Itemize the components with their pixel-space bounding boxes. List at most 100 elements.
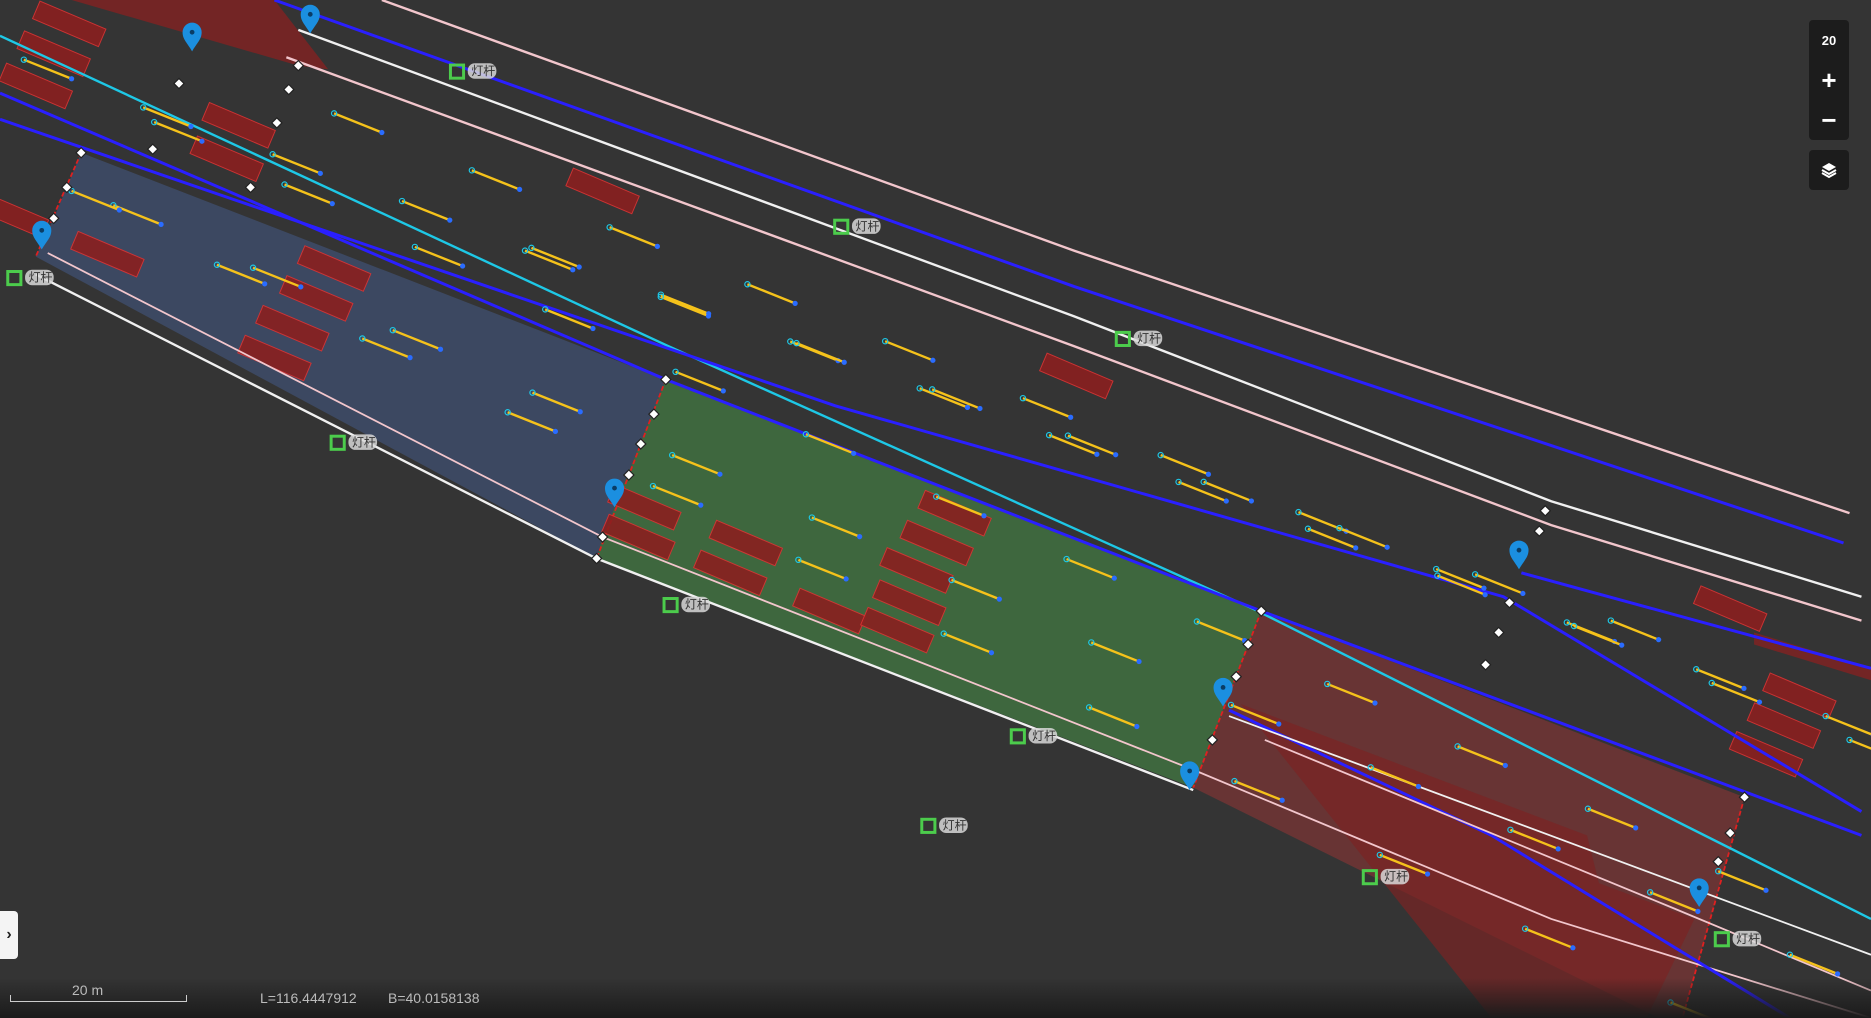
lane-segment [660,295,709,318]
light-pole-icon [329,434,346,451]
pole-label: 灯杆 [1384,870,1408,884]
map-pin-dot [612,485,617,491]
lane-segment [1610,619,1660,641]
segment-node [720,388,726,394]
map-pin-icon [1509,540,1529,570]
map-pin-dot [1187,768,1193,774]
segment-node [1520,590,1526,597]
lane-segment [1717,870,1767,892]
map-pin-icon [300,4,320,34]
light-pole-icon [920,817,937,834]
lane-segment [1849,738,1871,750]
lane-segment [531,246,580,269]
lane-segment [1789,953,1839,975]
segment-node [964,404,971,411]
segment-node [1113,452,1119,458]
map-pin-dot [1220,685,1226,690]
pole-label: 灯杆 [29,271,53,285]
vertex-node [1479,658,1492,671]
segment-node [407,354,413,361]
segment-node [262,281,268,287]
zoom-out-button[interactable]: − [1809,100,1849,140]
vertex-node [146,143,159,156]
map-canvas[interactable]: 灯杆 灯杆 灯杆 灯杆 灯杆 灯杆 灯杆 灯杆 灯杆 灯杆 [0,0,1871,1018]
lane-segment [660,293,710,315]
segment-node [977,405,983,412]
scale-label: 20 m [72,982,104,998]
light-pole-icon [662,597,679,614]
segment-node [1094,451,1100,457]
map-pin-dot [1516,547,1522,553]
lane-line-blue [0,117,1863,813]
pole-label: 灯杆 [352,435,376,449]
lane-segment [884,340,934,362]
no-parking-zone [0,62,74,110]
segment-node [1276,721,1282,727]
pole-label: 灯杆 [856,219,880,233]
map-layer[interactable]: 灯杆灯杆灯杆灯杆灯杆灯杆灯杆灯杆灯杆灯杆 [0,0,1871,1018]
lane-segment [1825,714,1871,736]
lane-segment [919,387,968,409]
segment-node [1248,498,1255,504]
lane-segment [524,249,574,271]
latitude-readout: B=40.0158138 [388,990,480,1006]
vertex-node [282,83,295,96]
segment-node [329,200,335,207]
segment-node [1353,545,1359,551]
segment-node [1134,723,1140,730]
no-parking-zone [1692,585,1768,633]
segment-node [68,76,75,82]
segment-node [1205,471,1212,477]
vertex-node [1492,626,1505,639]
map-pin-dot [1696,885,1702,891]
segment-node [698,502,704,508]
longitude-readout: L=116.4447912 [260,990,357,1006]
map-pin-icon [182,22,202,52]
segment-node [590,325,596,332]
lane-segment [796,342,845,364]
segment-node [1223,498,1229,504]
segment-node [459,263,466,269]
segment-node [1068,414,1074,420]
lane-line-blue [1520,571,1871,670]
segment-node [988,650,995,656]
lane-segment [471,169,521,191]
segment-node [116,207,122,213]
layers-icon [1821,163,1837,179]
segment-node [1136,658,1142,665]
segment-node [447,217,453,223]
lane-segment [931,388,981,410]
pole-label: 灯杆 [1736,932,1760,946]
layers-button[interactable] [1809,150,1849,190]
lane-segment [333,112,383,134]
segment-node [188,123,194,130]
segment-node [996,596,1002,602]
lane-segment [609,226,658,248]
segment-node [1372,700,1378,706]
segment-node [981,513,987,519]
lane-segment [142,106,192,128]
light-pole-icon [6,270,23,287]
no-parking-zone [565,167,640,215]
segment-node [717,471,723,477]
lane-segment [272,153,321,175]
segment-node [1482,592,1488,598]
segment-node [516,186,523,193]
segment-node [1655,637,1662,643]
segment-node [1570,945,1576,951]
segment-node [317,170,323,176]
sidebar-toggle-button[interactable]: › [0,911,18,959]
map-pin-dot [307,11,313,17]
segment-node [1279,797,1285,803]
zoom-in-button[interactable]: + [1809,60,1849,100]
vertex-node [244,181,257,194]
segment-node [1384,544,1390,550]
segment-node [577,409,583,415]
lane-segment [401,199,451,222]
road-area-blue [35,152,666,559]
light-pole-icon [1713,931,1730,948]
pole-label: 灯杆 [471,64,495,78]
pole-label: 灯杆 [1137,332,1161,346]
segment-node [1619,642,1625,648]
segment-node [199,138,205,144]
